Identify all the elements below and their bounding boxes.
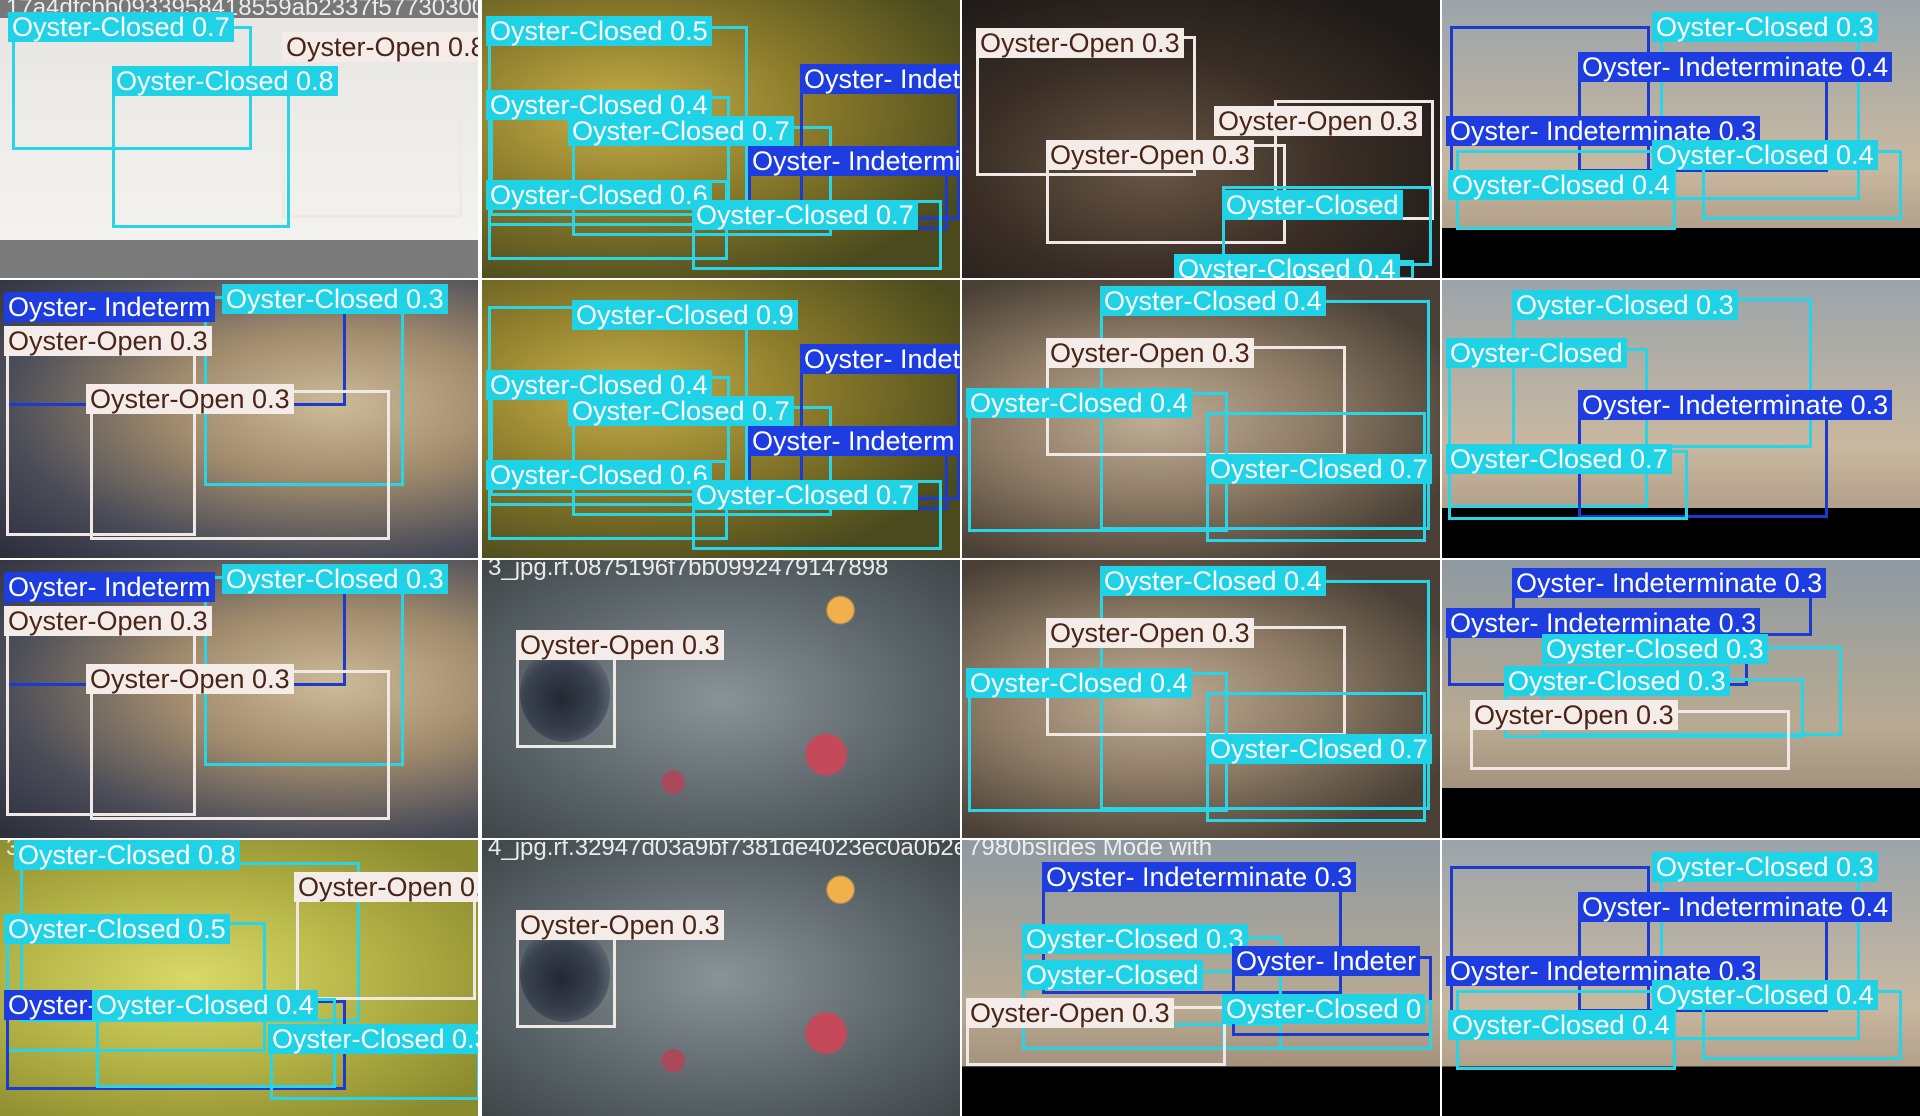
detection-label: Oyster-Closed 0.6 xyxy=(486,460,712,490)
detection-label: Oyster-Open 0.3 xyxy=(1470,700,1678,730)
mosaic-tile: Oyster-Closed 0.4 Oyster-Open 0.3 Oyster-C… xyxy=(962,560,1440,838)
mosaic-tile: 4_jpg.rf.32947d03a9bf7381de4023ec0a0b2e O… xyxy=(482,840,960,1116)
mosaic-tile: 7980bslides Mode with Oyster- Indetermina… xyxy=(962,840,1440,1116)
detection-label: Oyster- Indeterminate xyxy=(748,146,960,176)
detection-label: Oyster-Closed 0.7 xyxy=(8,12,234,42)
detection-label: Oyster-Closed 0.8 xyxy=(14,840,240,870)
detection-label: Oyster-Closed 0.4 xyxy=(1174,254,1400,278)
detection-label: Oyster- Indeterminate 0.3 xyxy=(1578,390,1893,420)
mosaic-tile: Oyster- Indeterm Oyster-Closed 0.3 Oyster-… xyxy=(0,280,478,558)
detection-label: Oyster-Closed 0.3 xyxy=(1022,924,1248,954)
detection-label: Oyster-Closed xyxy=(1222,190,1403,220)
detection-label: Oyster-Closed 0.5 xyxy=(486,16,712,46)
detection-label: Oyster-Open 0.3 xyxy=(1214,106,1422,136)
detection-label: Oyster-Open 0.3 xyxy=(1046,338,1254,368)
detection-box-closed xyxy=(112,92,290,228)
mosaic-tile: Oyster- Indeterminate 0.3 Oyster- Indeter… xyxy=(1442,560,1920,838)
detection-label: Oyster-Open 0.3 xyxy=(516,630,724,660)
detection-label: Oyster-Closed 0.4 xyxy=(1100,566,1326,596)
mosaic-tile: Oyster-Open 0.3 Oyster-Open 0.3 Oyster-Ope… xyxy=(962,0,1440,278)
detection-label: Oyster-Closed 0.4 xyxy=(1652,980,1878,1010)
detection-label: Oyster-Open 0.3 xyxy=(4,606,212,636)
detection-label: Oyster-Closed 0.4 xyxy=(92,990,318,1020)
detection-label: Oyster-Closed 0.4 xyxy=(966,668,1192,698)
detection-label: Oyster-Open 0.3 xyxy=(976,28,1184,58)
detection-label: Oyster-Closed 0.3 xyxy=(222,284,448,314)
detection-label: Oyster-Closed 0.7 xyxy=(1206,734,1432,764)
detection-label: Oyster- Indeterm xyxy=(748,426,959,456)
detection-label: Oyster-Closed 0.7 xyxy=(568,116,794,146)
detection-label: Oyster-Open 0.3 xyxy=(1046,140,1254,170)
mosaic-tile: Oyster- Indeterm Oyster-Closed 0.3 Oyster-… xyxy=(0,560,478,838)
detection-label: Oyster- Indetermi xyxy=(800,344,960,374)
detection-label: Oyster-Closed 0.7 xyxy=(568,396,794,426)
mosaic-tile: Oyster-Closed 0.9 Oyster-Closed 0.4 Oyster… xyxy=(482,280,960,558)
mosaic-tile: Oyster- Indeterminate 0.3 Oyster-Closed 0… xyxy=(1442,0,1920,278)
detection-mosaic: 17a4dfcbb0933958418559ab2337f577303007c7… xyxy=(0,0,1920,1116)
mosaic-tile: Oyster- Indeterminate 0.3 Oyster-Closed 0… xyxy=(1442,840,1920,1116)
detection-label: Oyster-Closed 0.9 xyxy=(572,300,798,330)
detection-label: Oyster-Closed 0.3 xyxy=(1542,634,1768,664)
detection-label: Oyster-Closed 0.5 xyxy=(4,914,230,944)
detection-label: Oyster-Open 0.3 xyxy=(1046,618,1254,648)
detection-label: Oyster-Closed 0.4 xyxy=(1448,170,1674,200)
detection-label: Oyster-Closed 0.3 xyxy=(1652,12,1878,42)
detection-label: Oyster-Open 0.9 xyxy=(294,872,478,902)
detection-label: Oyster-Open 0.3 xyxy=(86,384,294,414)
mosaic-tile: 17a4dfcbb0933958418559ab2337f577303007c7… xyxy=(0,0,478,278)
detection-label: Oyster-Closed 0.7 xyxy=(692,480,918,510)
detection-label: Oyster- Indeterm xyxy=(4,292,215,322)
detection-label: Oyster- Indeterminate 0.4 xyxy=(1578,52,1893,82)
detection-label: Oyster-Open 0.3 xyxy=(516,910,724,940)
tile-filename: 3_jpg.rf.0875196f7bb0992479147898 xyxy=(488,560,889,581)
detection-label: Oyster-Closed 0.4 xyxy=(1652,140,1878,170)
mosaic-tile: 3_jpg.rf.0875196f7bb0992479147898 Oyster-… xyxy=(482,560,960,838)
detection-label: Oyster- Indeter xyxy=(1232,946,1421,976)
detection-label: Oyster- Indeterminate 0.3 xyxy=(1042,862,1357,892)
detection-label: Oyster-Closed xyxy=(1022,960,1203,990)
detection-label: Oyster-Closed 0.7 xyxy=(692,200,918,230)
detection-label: Oyster-Closed 0.4 xyxy=(966,388,1192,418)
tile-filename: 4_jpg.rf.32947d03a9bf7381de4023ec0a0b2e xyxy=(488,840,960,861)
detection-label: Oyster-Closed 0.3 xyxy=(222,564,448,594)
detection-label: Oyster-Open 0.8 xyxy=(282,32,478,62)
detection-label: Oyster-Open 0.3 xyxy=(966,998,1174,1028)
mosaic-tile: Oyster-Closed 0.3 Oyster-Closed Oyster- In… xyxy=(1442,280,1920,558)
detection-label: Oyster-Closed 0.8 xyxy=(112,66,338,96)
detection-label: Oyster-Open 0.3 xyxy=(86,664,294,694)
detection-label: Oyster- Indeterminate 0.3 xyxy=(1512,568,1827,598)
detection-label: Oyster-Closed 0 xyxy=(1222,994,1426,1024)
detection-label: Oyster- Indeterm nate 0.5 xyxy=(800,64,960,94)
mosaic-tile: Oyster-Closed 0.5 Oyster-Closed 0.4 Oyster… xyxy=(482,0,960,278)
detection-label: Oyster- Indeterm xyxy=(4,572,215,602)
detection-label: Oyster-Closed 0.3 xyxy=(1652,852,1878,882)
detection-label: Oyster-Closed 0.3 xyxy=(268,1024,478,1054)
detection-label: Oyster-Open 0.3 xyxy=(4,326,212,356)
detection-label: Oyster-Closed 0.7 xyxy=(1446,444,1672,474)
detection-label: Oyster-Closed 0.4 xyxy=(1100,286,1326,316)
mosaic-tile: Oyster-Closed 0.4 Oyster-Open 0.3 Oyster-C… xyxy=(962,280,1440,558)
tile-filename: 7980bslides Mode with xyxy=(968,840,1213,861)
detection-label: Oyster-Closed 0.7 xyxy=(1206,454,1432,484)
detection-label: Oyster-Closed 0.3 xyxy=(1512,290,1738,320)
mosaic-tile: 38_jpg.rf.ec58a60eeaOyster-Closed 0.8Oys… xyxy=(0,840,478,1116)
detection-label: Oyster-Closed 0.3 xyxy=(1504,666,1730,696)
detection-label: Oyster- Indeterminate 0.4 xyxy=(1578,892,1893,922)
detection-label: Oyster-Closed 0.4 xyxy=(1448,1010,1674,1040)
detection-label: Oyster-Closed xyxy=(1446,338,1627,368)
detection-label: Oyster-Closed 0.6 xyxy=(486,180,712,210)
